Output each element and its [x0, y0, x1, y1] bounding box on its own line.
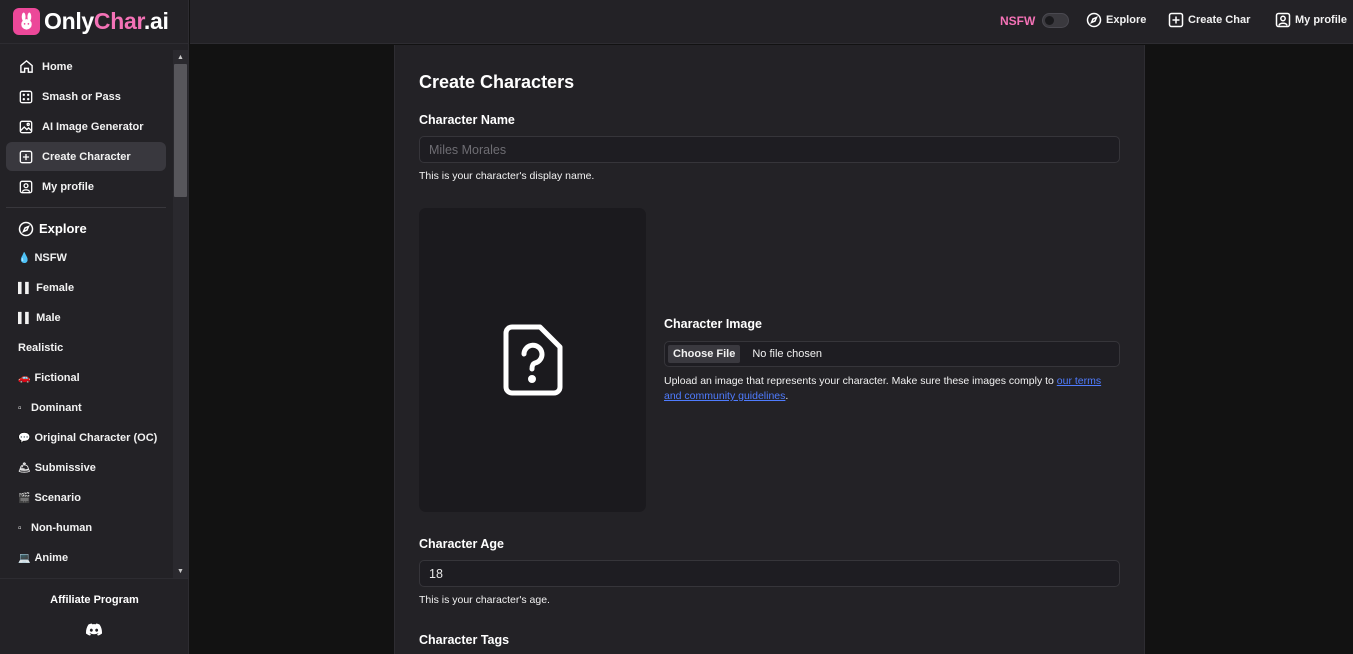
discord-icon[interactable]	[86, 623, 103, 637]
bunny-logo-icon	[13, 8, 40, 35]
home-icon	[18, 59, 34, 75]
file-status: No file chosen	[752, 348, 823, 360]
category-male[interactable]: ▌▌ Male	[6, 303, 166, 333]
explore-label: Explore	[39, 221, 87, 236]
drop-icon: 💧	[18, 252, 31, 264]
sidebar-item-label: Create Character	[42, 150, 131, 163]
category-label: Female	[36, 282, 75, 294]
logo[interactable]: OnlyChar.ai	[0, 0, 188, 44]
sidebar-footer: Affiliate Program	[0, 578, 189, 654]
toggle-knob	[1045, 16, 1054, 25]
create-character-form: Create Characters Character Name Miles M…	[394, 45, 1145, 654]
square-icon: ▫	[18, 522, 22, 534]
category-female[interactable]: ▌▌ Female	[6, 273, 166, 303]
category-label: Scenario	[34, 492, 81, 504]
image-icon	[18, 119, 34, 135]
character-image-label: Character Image	[664, 317, 762, 331]
topbar-create-char-link[interactable]: Create Char	[1168, 12, 1250, 28]
character-name-label: Character Name	[419, 113, 515, 127]
sidebar-item-smash-or-pass[interactable]: Smash or Pass	[6, 82, 166, 111]
category-label: Anime	[34, 552, 69, 564]
image-help-suffix: .	[785, 390, 789, 402]
category-label: Original Character (OC)	[34, 432, 158, 444]
compass-icon	[18, 221, 34, 237]
scroll-up-arrow-icon[interactable]: ▲	[173, 51, 188, 63]
square-icon: ▫	[18, 402, 22, 414]
user-icon	[1275, 12, 1291, 28]
scrollbar-thumb[interactable]	[174, 64, 187, 197]
category-fictional[interactable]: 🚗 Fictional	[6, 363, 166, 393]
sidebar-item-my-profile[interactable]: My profile	[6, 172, 166, 201]
character-tags-label: Character Tags	[419, 633, 510, 647]
brand-name: OnlyChar.ai	[44, 8, 169, 34]
plus-square-icon	[18, 149, 34, 165]
category-submissive[interactable]: 🛎 Submissive	[6, 453, 166, 483]
topbar-my-profile-label: My profile	[1295, 14, 1347, 26]
user-icon	[18, 179, 34, 195]
category-scenario[interactable]: 🎬 Scenario	[6, 483, 166, 513]
topbar-my-profile-link[interactable]: My profile	[1275, 12, 1347, 28]
compass-icon	[1086, 12, 1102, 28]
category-label: Submissive	[34, 462, 96, 474]
bars-icon: ▌▌	[18, 312, 33, 324]
sidebar-divider	[6, 207, 166, 208]
character-name-input[interactable]: Miles Morales	[419, 136, 1120, 163]
sidebar-item-label: Home	[42, 60, 73, 73]
category-anime[interactable]: 💻 Anime	[6, 543, 166, 573]
sidebar-scrollbar[interactable]: ▲ ▼	[173, 50, 188, 578]
category-original-character[interactable]: 💬 Original Character (OC)	[6, 423, 166, 453]
grid-icon	[18, 89, 34, 105]
topbar-explore-link[interactable]: Explore	[1086, 12, 1146, 28]
page-title: Create Characters	[419, 72, 575, 92]
car-icon: 🚗	[18, 372, 31, 384]
scroll-down-arrow-icon[interactable]: ▼	[173, 565, 188, 577]
category-label: Dominant	[31, 402, 82, 414]
character-image-preview[interactable]	[419, 208, 646, 512]
character-age-label: Character Age	[419, 537, 504, 551]
speech-bubble-icon: 💬	[18, 432, 31, 444]
sidebar-item-label: Smash or Pass	[42, 90, 121, 103]
affiliate-program-link[interactable]: Affiliate Program	[0, 594, 189, 606]
category-realistic[interactable]: Realistic	[6, 333, 166, 363]
topbar-explore-label: Explore	[1106, 14, 1147, 26]
sidebar-scroll-area: Home Smash or Pass AI Image Generator Cr…	[0, 45, 189, 578]
category-label: NSFW	[34, 252, 67, 264]
bell-icon: 🛎	[18, 462, 31, 474]
sidebar-item-home[interactable]: Home	[6, 52, 166, 81]
clapper-icon: 🎬	[18, 492, 31, 504]
topbar-create-char-label: Create Char	[1188, 14, 1251, 26]
monitor-icon: 💻	[18, 552, 31, 564]
category-label: Male	[36, 312, 61, 324]
nsfw-label: NSFW	[1000, 14, 1036, 28]
character-image-help: Upload an image that represents your cha…	[664, 374, 1116, 404]
nsfw-toggle[interactable]	[1042, 13, 1069, 28]
plus-square-icon	[1168, 12, 1184, 28]
category-nsfw[interactable]: 💧 NSFW	[6, 243, 166, 273]
image-help-text: Upload an image that represents your cha…	[664, 375, 1057, 387]
sidebar-explore-heading[interactable]: Explore	[6, 214, 166, 243]
character-name-help: This is your character's display name.	[419, 170, 595, 182]
sidebar-item-label: AI Image Generator	[42, 120, 144, 133]
bars-icon: ▌▌	[18, 282, 33, 294]
choose-file-button[interactable]: Choose File	[668, 345, 741, 363]
top-bar: NSFW Explore Create Char My profile	[190, 0, 1353, 44]
category-label: Fictional	[34, 372, 80, 384]
sidebar-item-create-character[interactable]: Create Character	[6, 142, 166, 171]
character-image-file-input[interactable]: Choose File No file chosen	[664, 341, 1120, 367]
category-label: Realistic	[18, 342, 64, 354]
character-age-help: This is your character's age.	[419, 594, 550, 606]
sidebar-item-label: My profile	[42, 180, 94, 193]
category-dominant[interactable]: ▫ Dominant	[6, 393, 166, 423]
sidebar-item-ai-image-generator[interactable]: AI Image Generator	[6, 112, 166, 141]
file-question-icon	[503, 324, 562, 396]
category-non-human[interactable]: ▫ Non-human	[6, 513, 166, 543]
category-label: Non-human	[31, 522, 93, 534]
sidebar: OnlyChar.ai Home Smash or Pass AI Image …	[0, 0, 189, 654]
character-age-input[interactable]: 18	[419, 560, 1120, 587]
